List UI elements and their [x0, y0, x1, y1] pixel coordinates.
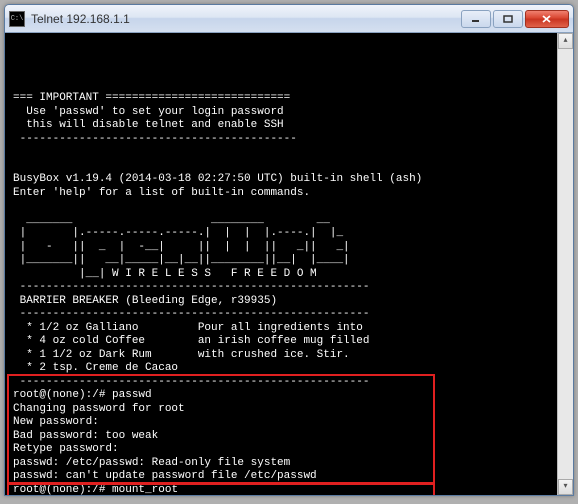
- term-line: ----------------------------------------…: [13, 281, 369, 293]
- term-line: * 2 tsp. Creme de Cacao: [13, 362, 178, 374]
- term-output: passwd: /etc/passwd: Read-only file syst…: [13, 457, 290, 469]
- scroll-up-button[interactable]: ▴: [558, 33, 573, 49]
- console-icon: C:\: [9, 11, 25, 27]
- titlebar[interactable]: C:\ Telnet 192.168.1.1: [5, 5, 573, 33]
- term-output: Changing password for root: [13, 403, 185, 415]
- term-output: passwd: can't update password file /etc/…: [13, 470, 317, 482]
- term-line: * 1/2 oz Galliano Pour all ingredients i…: [13, 322, 363, 334]
- term-line: |__| W I R E L E S S F R E E D O M: [13, 268, 317, 280]
- term-line: [13, 146, 20, 158]
- command-input: mount_root: [112, 484, 178, 496]
- term-line: BusyBox v1.19.4 (2014-03-18 02:27:50 UTC…: [13, 173, 422, 185]
- minimize-button[interactable]: [461, 10, 491, 28]
- term-line: BARRIER BREAKER (Bleeding Edge, r39935): [13, 295, 277, 307]
- term-line: * 1 1/2 oz Dark Rum with crushed ice. St…: [13, 349, 350, 361]
- term-line: |_______|| __|_____|__|__||________||__|…: [13, 254, 350, 266]
- term-line: Enter 'help' for a list of built-in comm…: [13, 187, 310, 199]
- term-line: _______ ________ __: [13, 214, 330, 226]
- maximize-button[interactable]: [493, 10, 523, 28]
- term-line: Use 'passwd' to set your login password: [13, 106, 284, 118]
- prompt: root@(none):/#: [13, 389, 112, 401]
- scroll-down-button[interactable]: ▾: [558, 479, 573, 495]
- term-line: ----------------------------------------…: [13, 308, 369, 320]
- scrollbar-vertical[interactable]: ▴ ▾: [557, 33, 573, 495]
- term-line: ----------------------------------------…: [13, 133, 297, 145]
- term-output: Bad password: too weak: [13, 430, 158, 442]
- window-title: Telnet 192.168.1.1: [31, 12, 459, 26]
- term-line: ----------------------------------------…: [13, 376, 369, 388]
- telnet-window: C:\ Telnet 192.168.1.1 === IMPORTANT ===…: [4, 4, 574, 496]
- window-controls: [459, 10, 569, 28]
- term-output: Retype password:: [13, 443, 119, 455]
- term-line: === IMPORTANT ==========================…: [13, 92, 290, 104]
- terminal-viewport[interactable]: === IMPORTANT ==========================…: [5, 33, 573, 495]
- command-input: passwd: [112, 389, 152, 401]
- prompt: root@(none):/#: [13, 484, 112, 496]
- term-line: [13, 79, 20, 91]
- terminal-content: === IMPORTANT ==========================…: [13, 65, 565, 495]
- term-line: | |.-----.-----.-----.| | | |.----.| |_: [13, 227, 343, 239]
- term-output: New password:: [13, 416, 99, 428]
- term-line: * 4 oz cold Coffee an irish coffee mug f…: [13, 335, 369, 347]
- term-line: | - || _ | -__| || | | || _|| _|: [13, 241, 350, 253]
- close-button[interactable]: [525, 10, 569, 28]
- term-line: [13, 160, 20, 172]
- scroll-track[interactable]: [558, 49, 573, 479]
- term-line: this will disable telnet and enable SSH: [13, 119, 284, 131]
- term-line: [13, 200, 20, 212]
